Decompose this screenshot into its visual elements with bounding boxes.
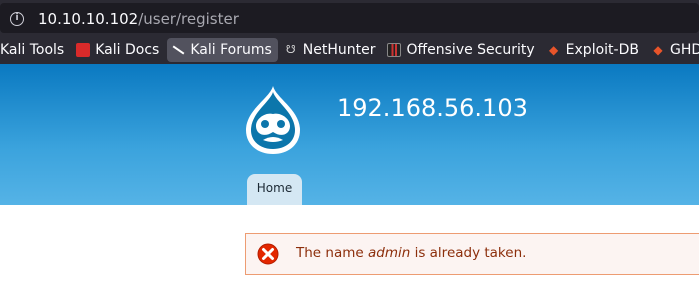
bookmark-kali-tools[interactable]: Kali Tools bbox=[0, 38, 70, 62]
ghdb-icon: ◆ bbox=[653, 43, 663, 57]
bookmark-label: Exploit-DB bbox=[565, 42, 639, 58]
bookmark-label: GHDB bbox=[669, 42, 699, 58]
kali-forums-icon bbox=[171, 43, 185, 57]
message-username: admin bbox=[367, 245, 411, 261]
url-path: /user/register bbox=[138, 10, 239, 28]
bookmark-ghdb[interactable]: ◆ GHDB bbox=[647, 38, 699, 62]
tab-home[interactable]: Home bbox=[247, 174, 302, 205]
address-field[interactable]: i 10.10.10.102/user/register bbox=[0, 3, 699, 33]
bookmark-kali-docs[interactable]: Kali Docs bbox=[72, 38, 165, 62]
nethunter-icon: ☋ bbox=[285, 43, 296, 56]
bookmarks-toolbar: Kali Tools Kali Docs Kali Forums ☋ NetHu… bbox=[0, 36, 699, 64]
exploit-db-icon: ◆ bbox=[549, 43, 559, 57]
url-host: 10.10.10.102 bbox=[38, 10, 139, 28]
site-header: 192.168.56.103 Home bbox=[0, 64, 699, 205]
bookmark-nethunter[interactable]: ☋ NetHunter bbox=[280, 38, 382, 62]
error-message: The name admin is already taken. bbox=[245, 233, 699, 275]
offensive-security-icon bbox=[387, 43, 402, 57]
bookmark-label: Kali Docs bbox=[95, 42, 160, 58]
error-message-text: The name admin is already taken. bbox=[296, 245, 526, 261]
message-suffix: is already taken. bbox=[410, 245, 527, 261]
info-icon[interactable]: i bbox=[10, 12, 24, 26]
message-prefix: The name bbox=[296, 245, 368, 261]
site-name[interactable]: 192.168.56.103 bbox=[337, 94, 528, 122]
bookmark-label: Offensive Security bbox=[406, 42, 535, 58]
bookmark-exploit-db[interactable]: ◆ Exploit-DB bbox=[543, 38, 645, 62]
bookmark-offensive-security[interactable]: Offensive Security bbox=[383, 38, 540, 62]
url-text[interactable]: 10.10.10.102/user/register bbox=[38, 10, 239, 28]
browser-url-bar: i 10.10.10.102/user/register bbox=[0, 0, 699, 36]
kali-docs-icon bbox=[76, 43, 91, 57]
drupal-logo[interactable] bbox=[242, 84, 304, 156]
bookmark-label: Kali Tools bbox=[0, 42, 65, 58]
bookmark-kali-forums[interactable]: Kali Forums bbox=[167, 38, 278, 62]
bookmark-label: NetHunter bbox=[302, 42, 376, 58]
bookmark-label: Kali Forums bbox=[190, 42, 272, 58]
error-icon bbox=[257, 243, 279, 265]
